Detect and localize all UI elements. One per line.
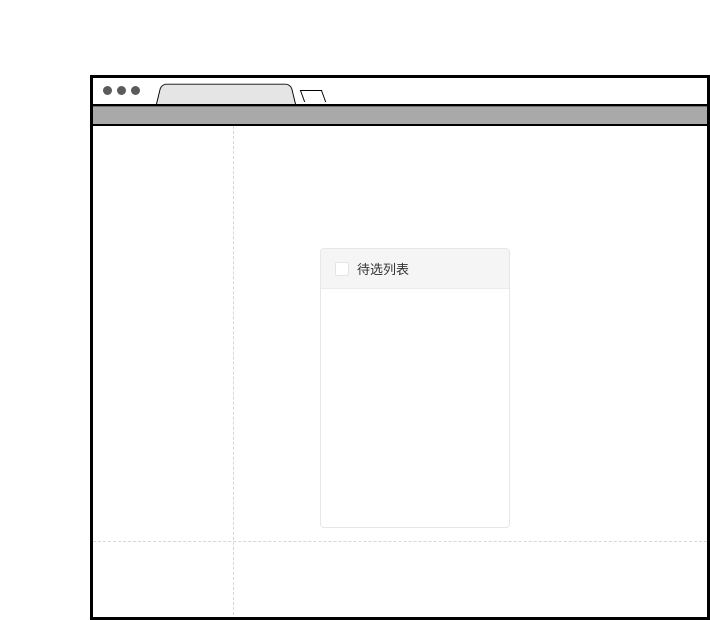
maximize-window-icon[interactable] <box>131 86 140 95</box>
browser-tab[interactable] <box>156 84 296 104</box>
select-all-checkbox[interactable] <box>335 262 349 276</box>
window-controls <box>103 86 140 95</box>
browser-window: 待选列表 <box>90 75 710 620</box>
transfer-header: 待选列表 <box>321 249 509 289</box>
new-tab-button[interactable] <box>300 90 326 102</box>
close-window-icon[interactable] <box>103 86 112 95</box>
transfer-source-panel: 待选列表 <box>320 248 510 528</box>
address-bar[interactable] <box>93 106 707 126</box>
minimize-window-icon[interactable] <box>117 86 126 95</box>
browser-titlebar <box>93 78 707 106</box>
transfer-title: 待选列表 <box>357 259 409 278</box>
guide-horizontal <box>93 541 707 542</box>
content-area: 待选列表 <box>93 126 707 615</box>
transfer-body <box>321 289 509 527</box>
